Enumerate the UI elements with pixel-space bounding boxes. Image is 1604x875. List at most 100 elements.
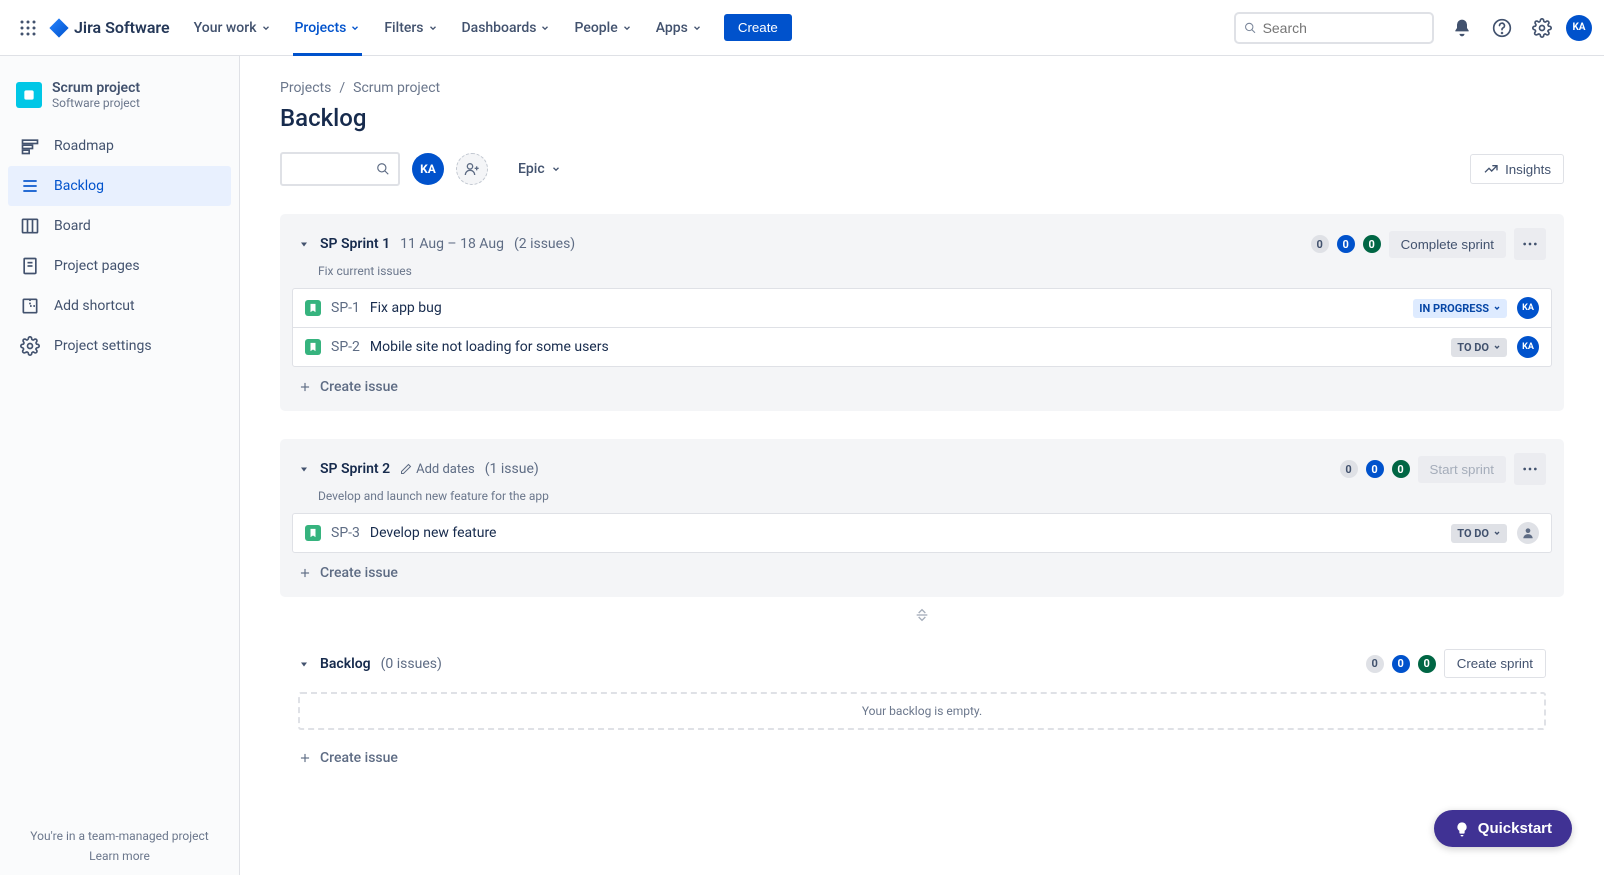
chevron-down-icon[interactable] [298, 238, 310, 250]
create-issue-button[interactable]: Create issue [280, 738, 1564, 778]
drag-separator[interactable] [280, 597, 1564, 633]
filter-row: KA Epic Insights [280, 152, 1564, 186]
roadmap-icon [20, 136, 40, 156]
chevron-down-icon [692, 23, 702, 33]
unassigned-avatar[interactable] [1517, 522, 1539, 544]
inprogress-count: 0 [1366, 460, 1384, 478]
sidebar-item-project-settings[interactable]: Project settings [8, 326, 231, 366]
sprint-action-button[interactable]: Start sprint [1418, 456, 1506, 483]
sidebar-item-backlog[interactable]: Backlog [8, 166, 231, 206]
sprint-action-button[interactable]: Complete sprint [1389, 231, 1506, 258]
sidebar-item-board[interactable]: Board [8, 206, 231, 246]
sidebar-item-label: Backlog [54, 178, 104, 194]
plus-icon [298, 566, 312, 580]
nav-filters[interactable]: Filters [374, 14, 447, 42]
project-type: Software project [52, 96, 140, 110]
global-search[interactable] [1234, 12, 1434, 44]
issue-summary: Fix app bug [370, 300, 442, 316]
sidebar-footer-link[interactable]: Learn more [12, 849, 227, 863]
chevron-down-icon[interactable] [298, 463, 310, 475]
todo-count: 0 [1311, 235, 1329, 253]
issue-row[interactable]: SP-3Develop new featureTO DO [293, 514, 1551, 552]
settings-icon[interactable] [1526, 12, 1558, 44]
pencil-icon [400, 463, 412, 475]
breadcrumb-root[interactable]: Projects [280, 80, 331, 96]
project-icon [16, 82, 42, 108]
add-people-button[interactable] [456, 153, 488, 185]
search-input[interactable] [1263, 20, 1424, 36]
sidebar-item-label: Board [54, 218, 91, 234]
status-dropdown[interactable]: TO DO [1451, 338, 1507, 357]
project-name: Scrum project [52, 80, 140, 96]
breadcrumb-current[interactable]: Scrum project [353, 80, 440, 96]
create-button[interactable]: Create [724, 14, 792, 41]
sprint-goal: Develop and launch new feature for the a… [280, 489, 1564, 513]
done-count: 0 [1363, 235, 1381, 253]
add-dates-button[interactable]: Add dates [400, 462, 475, 477]
story-icon [305, 525, 321, 541]
backlog-search[interactable] [280, 152, 400, 186]
done-count: 0 [1392, 460, 1410, 478]
plus-icon [298, 751, 312, 765]
status-dropdown[interactable]: TO DO [1451, 524, 1507, 543]
settings-icon [20, 336, 40, 356]
chevron-down-icon[interactable] [298, 658, 310, 670]
profile-avatar[interactable]: KA [1566, 15, 1592, 41]
sprint-issue-count: (1 issue) [485, 461, 539, 477]
inprogress-count: 0 [1337, 235, 1355, 253]
nav-items: Your workProjectsFiltersDashboardsPeople… [184, 14, 712, 42]
chevron-down-icon [551, 164, 561, 174]
nav-projects[interactable]: Projects [285, 14, 371, 42]
top-nav: Jira Software Your workProjectsFiltersDa… [0, 0, 1604, 56]
chevron-down-icon [1493, 529, 1501, 537]
app-switcher-icon[interactable] [12, 12, 44, 44]
sidebar-item-label: Project pages [54, 258, 140, 274]
assignee-avatar[interactable]: KA [1517, 336, 1539, 358]
sprint-panel: SP Sprint 2Add dates(1 issue)000Start sp… [280, 439, 1564, 597]
assignee-avatar[interactable]: KA [1517, 297, 1539, 319]
backlog-title: Backlog [320, 656, 371, 672]
create-issue-button[interactable]: Create issue [280, 367, 1564, 407]
quickstart-button[interactable]: Quickstart [1434, 810, 1572, 847]
search-icon [376, 162, 390, 176]
assignee-filter-avatar[interactable]: KA [412, 153, 444, 185]
nav-dashboards[interactable]: Dashboards [452, 14, 561, 42]
issue-key: SP-2 [331, 339, 360, 355]
insights-button[interactable]: Insights [1470, 154, 1564, 184]
sprint-panel: SP Sprint 111 Aug – 18 Aug(2 issues)000C… [280, 214, 1564, 411]
backlog-todo-count: 0 [1366, 655, 1384, 673]
create-sprint-button[interactable]: Create sprint [1444, 649, 1546, 678]
nav-apps[interactable]: Apps [646, 14, 712, 42]
breadcrumb: Projects / Scrum project [280, 80, 1564, 96]
sidebar-item-roadmap[interactable]: Roadmap [8, 126, 231, 166]
nav-your-work[interactable]: Your work [184, 14, 281, 42]
issue-row[interactable]: SP-1Fix app bugIN PROGRESS KA [293, 289, 1551, 327]
chevron-down-icon [622, 23, 632, 33]
issue-row[interactable]: SP-2 Mobile site not loading for some use… [293, 327, 1551, 366]
create-issue-button[interactable]: Create issue [280, 553, 1564, 593]
lightbulb-icon [1454, 821, 1470, 837]
backlog-section: Backlog (0 issues) 0 0 0 Create sprint Y… [280, 643, 1564, 778]
help-icon[interactable] [1486, 12, 1518, 44]
sidebar-item-label: Add shortcut [54, 298, 135, 314]
epic-filter-dropdown[interactable]: Epic [508, 155, 571, 183]
sprint-more-button[interactable] [1514, 453, 1546, 485]
sidebar-item-project-pages[interactable]: Project pages [8, 246, 231, 286]
issue-summary: Mobile site not loading for some users [370, 339, 609, 355]
project-header[interactable]: Scrum project Software project [0, 56, 239, 126]
sprint-goal: Fix current issues [280, 264, 1564, 288]
sprint-dates: 11 Aug – 18 Aug [400, 236, 504, 252]
sprint-more-button[interactable] [1514, 228, 1546, 260]
notifications-icon[interactable] [1446, 12, 1478, 44]
issue-list: SP-1Fix app bugIN PROGRESS KASP-2Mobile … [292, 288, 1552, 367]
sprint-issue-count: (2 issues) [514, 236, 575, 252]
plus-icon [298, 380, 312, 394]
story-icon [305, 339, 321, 355]
nav-people[interactable]: People [564, 14, 641, 42]
jira-logo[interactable]: Jira Software [48, 17, 170, 39]
sidebar-item-add-shortcut[interactable]: Add shortcut [8, 286, 231, 326]
insights-icon [1483, 161, 1499, 177]
backlog-done-count: 0 [1418, 655, 1436, 673]
main-content: Projects / Scrum project Backlog KA Epic… [240, 56, 1604, 875]
status-dropdown[interactable]: IN PROGRESS [1413, 299, 1507, 318]
